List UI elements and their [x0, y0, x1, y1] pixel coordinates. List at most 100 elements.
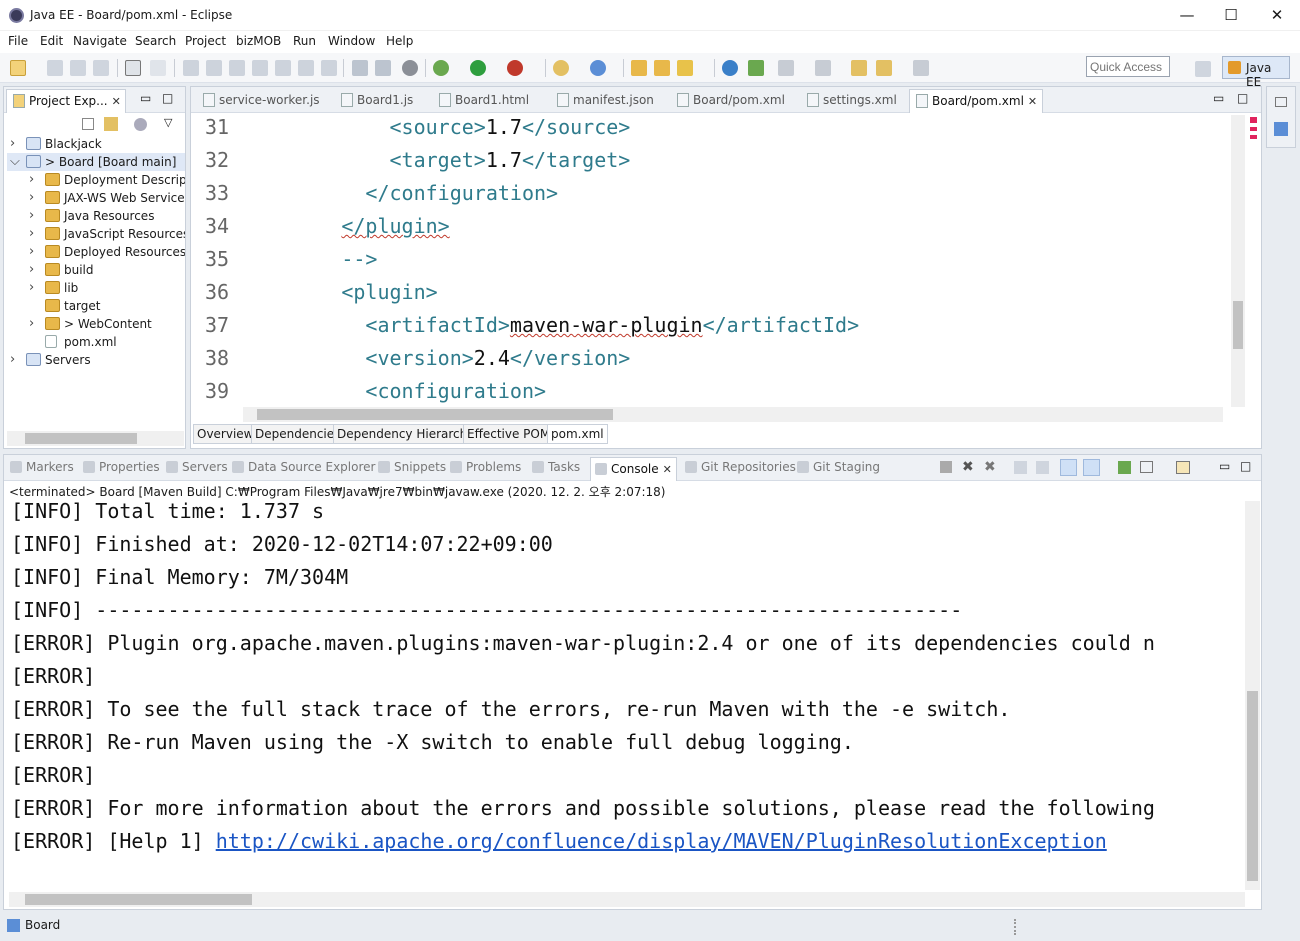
outline-icon[interactable] — [1274, 122, 1288, 136]
menu-file[interactable]: File — [8, 34, 28, 48]
chevron-right-icon[interactable]: › — [29, 207, 34, 225]
chevron-right-icon[interactable]: › — [10, 351, 15, 369]
minimize-console-icon[interactable]: ▭ — [1219, 459, 1230, 473]
tree-item[interactable]: ⌵ > Board [Board main] — [7, 153, 185, 171]
skip-breakpoints-icon[interactable] — [150, 60, 166, 76]
tab-view-console[interactable]: Console ✕ — [590, 457, 677, 481]
tab-view-data-source-explorer[interactable]: Data Source Explorer — [232, 460, 375, 474]
prev-annotation-icon[interactable] — [815, 60, 831, 76]
remove-all-icon[interactable]: ✖ — [984, 459, 996, 475]
tab-view-git-staging[interactable]: Git Staging — [797, 460, 880, 474]
menu-run[interactable]: Run — [293, 34, 316, 48]
chevron-right-icon[interactable]: › — [29, 243, 34, 261]
terminate-icon[interactable] — [940, 461, 952, 473]
tab-pom-3[interactable]: Effective POM — [463, 424, 555, 444]
tree-item[interactable]: › > WebContent — [7, 315, 185, 333]
back-icon[interactable] — [876, 60, 892, 76]
close-icon[interactable]: ✕ — [1028, 95, 1037, 108]
chevron-right-icon[interactable]: › — [29, 189, 34, 207]
terminate-icon[interactable] — [229, 60, 245, 76]
menu-search[interactable]: Search — [135, 34, 176, 48]
menu-navigate[interactable]: Navigate — [73, 34, 127, 48]
search-icon[interactable] — [677, 60, 693, 76]
chevron-right-icon[interactable]: › — [29, 261, 34, 279]
tab-view-tasks[interactable]: Tasks — [532, 460, 580, 474]
last-edit-icon[interactable] — [851, 60, 867, 76]
open-console-icon[interactable] — [1176, 461, 1190, 474]
tab-view-problems[interactable]: Problems — [450, 460, 521, 474]
tab-editor-file[interactable]: service-worker.js — [197, 89, 327, 113]
close-icon[interactable]: ✕ — [112, 95, 121, 108]
link-editor-icon[interactable] — [104, 117, 118, 131]
quick-access-input[interactable] — [1086, 56, 1170, 77]
run-icon[interactable] — [470, 60, 486, 76]
print-icon[interactable] — [93, 60, 109, 76]
help-link[interactable]: http://cwiki.apache.org/confluence/displ… — [216, 829, 1107, 853]
show-stdout-icon[interactable] — [1060, 459, 1077, 476]
disconnect-icon[interactable] — [252, 60, 268, 76]
tab-view-properties[interactable]: Properties — [83, 460, 160, 474]
save-all-icon[interactable] — [70, 60, 86, 76]
open-type-icon[interactable] — [631, 60, 647, 76]
restore-icon[interactable] — [1275, 97, 1287, 107]
tab-view-servers[interactable]: Servers — [166, 460, 228, 474]
step-return-icon[interactable] — [321, 60, 337, 76]
tree-item[interactable]: pom.xml — [7, 333, 185, 351]
clear-console-icon[interactable] — [1014, 461, 1027, 474]
tree-item[interactable]: › Java Resources — [7, 207, 185, 225]
minimize-editor-icon[interactable]: ▭ — [1213, 91, 1224, 105]
tab-view-markers[interactable]: Markers — [10, 460, 74, 474]
tab-project-explorer[interactable]: Project Exp... ✕ — [6, 89, 126, 113]
maximize-button[interactable]: ☐ — [1216, 4, 1246, 26]
filter-icon[interactable] — [134, 118, 147, 131]
new-class-icon[interactable] — [590, 60, 606, 76]
tree-item[interactable]: › build — [7, 261, 185, 279]
tab-editor-file[interactable]: Board/pom.xml — [671, 89, 793, 113]
globe-icon[interactable] — [722, 60, 738, 76]
resume-icon[interactable] — [183, 60, 199, 76]
display-console-icon[interactable] — [1140, 461, 1153, 473]
minimize-button[interactable]: — — [1172, 4, 1202, 26]
console-vertical-scrollbar[interactable] — [1245, 501, 1260, 890]
tab-editor-file[interactable]: Board1.js — [335, 89, 427, 113]
tab-editor-file[interactable]: settings.xml — [801, 89, 901, 113]
tree-item[interactable]: › Deployed Resources — [7, 243, 185, 261]
suspend-icon[interactable] — [206, 60, 222, 76]
tree-item[interactable]: › Blackjack — [7, 135, 185, 153]
tree-item[interactable]: › Servers — [7, 351, 185, 369]
open-resource-icon[interactable] — [654, 60, 670, 76]
menu-bizmob[interactable]: bizMOB — [236, 34, 281, 48]
minimize-view-icon[interactable]: ▭ — [140, 91, 151, 105]
binary-icon[interactable] — [125, 60, 141, 76]
chevron-down-icon[interactable]: ⌵ — [10, 153, 20, 171]
new-server-icon[interactable] — [553, 60, 569, 76]
maximize-editor-icon[interactable]: □ — [1237, 91, 1248, 105]
next-annotation-icon[interactable] — [778, 60, 794, 76]
tab-pom-1[interactable]: Dependencies — [251, 424, 345, 444]
step-over-icon[interactable] — [298, 60, 314, 76]
forward-icon[interactable] — [913, 60, 929, 76]
tab-view-snippets[interactable]: Snippets — [378, 460, 446, 474]
run-external-icon[interactable] — [507, 60, 523, 76]
step-into-icon[interactable] — [275, 60, 291, 76]
collapse-all-icon[interactable] — [82, 118, 94, 130]
perspective-java-ee[interactable]: Java EE — [1222, 56, 1290, 89]
tab-view-git-repositories[interactable]: Git Repositories — [685, 460, 796, 474]
chevron-right-icon[interactable]: › — [29, 225, 34, 243]
open-perspective-icon[interactable] — [1195, 61, 1211, 77]
tree-item[interactable]: › lib — [7, 279, 185, 297]
menu-edit[interactable]: Edit — [40, 34, 63, 48]
close-window-button[interactable]: ✕ — [1262, 4, 1292, 26]
pin-console-icon[interactable] — [1118, 461, 1131, 474]
show-stderr-icon[interactable] — [1083, 459, 1100, 476]
tree-item[interactable]: › Deployment Descript — [7, 171, 185, 189]
chevron-right-icon[interactable]: › — [29, 315, 34, 333]
editor-horizontal-scrollbar[interactable] — [243, 407, 1223, 422]
tab-pom-0[interactable]: Overview — [193, 424, 258, 444]
menu-project[interactable]: Project — [185, 34, 226, 48]
save-icon[interactable] — [47, 60, 63, 76]
gear-icon[interactable] — [402, 60, 418, 76]
view-menu-icon[interactable]: ▽ — [164, 116, 172, 129]
maximize-view-icon[interactable]: □ — [162, 91, 173, 105]
editor-vertical-scrollbar[interactable] — [1231, 115, 1245, 407]
